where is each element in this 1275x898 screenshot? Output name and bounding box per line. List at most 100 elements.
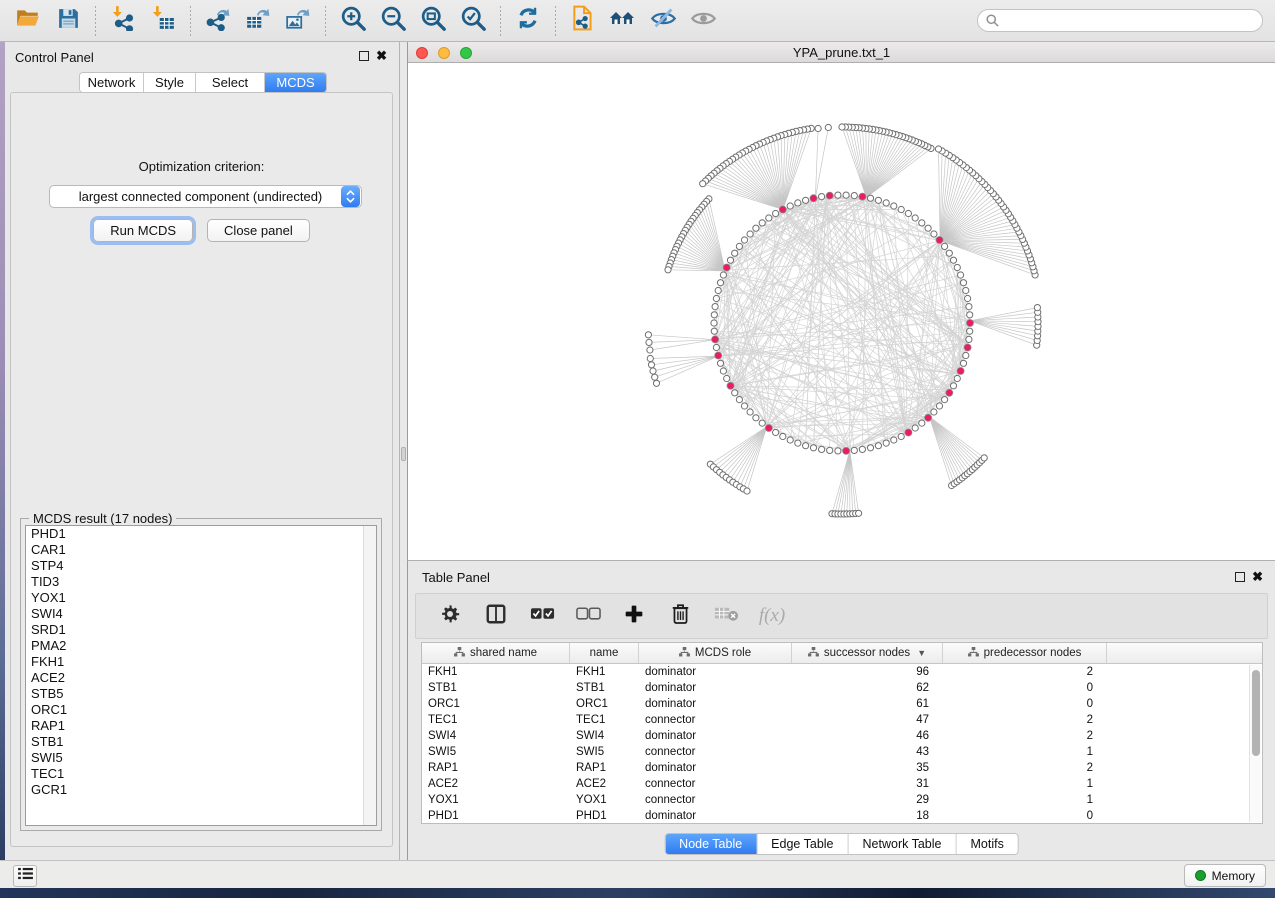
mcds-result-node[interactable]: TID3 [26,574,376,590]
mcds-result-node[interactable]: CAR1 [26,542,376,558]
zoom-in-button[interactable] [336,4,370,38]
zoom-out-button[interactable] [376,4,410,38]
mcds-result-list[interactable]: PHD1CAR1STP4TID3YOX1SWI4SRD1PMA2FKH1ACE2… [25,525,377,826]
mcds-result-node[interactable]: STB1 [26,734,376,750]
tab-select[interactable]: Select [196,73,265,92]
table-cell: ORC1 [422,696,570,712]
float-panel-icon[interactable] [1235,572,1245,582]
open-file-button[interactable] [11,4,45,38]
mcds-result-node[interactable]: YOX1 [26,590,376,606]
refresh-icon [515,5,541,36]
table-panel: Table Panel ✖ f(x) shared namenameMCDS r… [407,560,1275,860]
table-cell: 35 [792,760,943,776]
network-canvas[interactable] [408,63,1275,560]
deselect-all-columns-button[interactable] [574,601,602,631]
delete-column-button[interactable] [666,601,694,631]
vertical-splitter[interactable] [400,42,407,860]
splitter-grip[interactable] [401,447,406,461]
mcds-result-node[interactable]: SWI5 [26,750,376,766]
table-row[interactable]: RAP1RAP1dominator352 [422,760,1262,776]
table-row[interactable]: FKH1FKH1dominator962 [422,664,1262,680]
zoom-selected-button[interactable] [456,4,490,38]
mcds-result-node[interactable]: PHD1 [26,526,376,542]
optimization-criterion-select[interactable]: largest connected component (undirected) [49,185,362,208]
network-window-titlebar[interactable]: YPA_prune.txt_1 [408,42,1275,63]
new-network-from-selection-button[interactable] [566,4,600,38]
create-column-button[interactable] [620,601,648,631]
table-row[interactable]: TEC1TEC1connector472 [422,712,1262,728]
mcds-result-node[interactable]: ACE2 [26,670,376,686]
table-row[interactable]: ACE2ACE2connector311 [422,776,1262,792]
column-header-name[interactable]: name [570,643,639,663]
table-row[interactable]: SWI5SWI5connector431 [422,744,1262,760]
mcds-tab-content: Optimization criterion: largest connecte… [10,92,393,847]
mcds-result-node[interactable]: PMA2 [26,638,376,654]
checked-boxes-icon [530,607,555,626]
run-mcds-button[interactable]: Run MCDS [93,219,193,242]
zoom-fit-button[interactable] [416,4,450,38]
select-all-columns-button[interactable] [528,601,556,631]
table-row[interactable]: PHD1PHD1dominator180 [422,808,1262,824]
table-row[interactable]: YOX1YOX1connector291 [422,792,1262,808]
float-panel-icon[interactable] [359,51,369,61]
table-row[interactable]: ORC1ORC1dominator610 [422,696,1262,712]
table-scrollbar[interactable] [1249,665,1261,822]
table-row[interactable]: STB1STB1dominator620 [422,680,1262,696]
column-header-shared-name[interactable]: shared name [422,643,570,663]
column-header-predecessor-nodes[interactable]: predecessor nodes [943,643,1107,663]
import-table-button[interactable] [146,4,180,38]
save-session-button[interactable] [51,4,85,38]
show-all-button[interactable] [686,4,720,38]
column-type-icon [679,647,690,660]
refresh-layout-button[interactable] [511,4,545,38]
close-panel-icon[interactable]: ✖ [376,48,387,64]
node-table-header: shared namenameMCDS rolesuccessor nodes▼… [422,643,1262,664]
tab-node-table[interactable]: Node Table [665,834,757,854]
column-header-MCDS-role[interactable]: MCDS role [639,643,792,663]
import-table-icon [150,5,176,36]
search-input[interactable] [977,9,1263,32]
tab-network[interactable]: Network [80,73,144,92]
close-panel-button[interactable]: Close panel [207,219,310,242]
table-row[interactable]: SWI4SWI4dominator462 [422,728,1262,744]
tab-network-table[interactable]: Network Table [849,834,957,854]
hide-selected-button[interactable] [646,4,680,38]
mcds-result-node[interactable]: RAP1 [26,718,376,734]
table-cell: PHD1 [422,808,570,824]
first-neighbors-button[interactable] [606,4,640,38]
export-image-button[interactable] [281,4,315,38]
tab-motifs[interactable]: Motifs [956,834,1017,854]
mcds-result-node[interactable]: SWI4 [26,606,376,622]
column-type-icon [968,647,979,660]
mcds-result-node[interactable]: GCR1 [26,782,376,798]
mcds-result-node[interactable]: STB5 [26,686,376,702]
close-panel-icon[interactable]: ✖ [1252,569,1263,585]
export-table-button[interactable] [241,4,275,38]
fx-icon: f(x) [759,605,785,627]
table-cell: dominator [639,696,792,712]
mcds-result-node[interactable]: SRD1 [26,622,376,638]
export-network-icon [205,5,231,36]
toolbar-separator [325,6,326,36]
show-column-panel-button[interactable] [482,601,510,631]
tab-mcds[interactable]: MCDS [265,73,326,92]
status-bar: Memory [0,860,1275,890]
column-header-successor-nodes[interactable]: successor nodes▼ [792,643,943,663]
mcds-result-node[interactable]: TEC1 [26,766,376,782]
mcds-result-node[interactable]: ORC1 [26,702,376,718]
export-network-button[interactable] [201,4,235,38]
memory-button[interactable]: Memory [1184,864,1266,887]
table-cell: connector [639,744,792,760]
table-cell: PHD1 [570,808,639,824]
task-history-button[interactable] [13,865,37,887]
toolbar-separator [500,6,501,36]
search-field-wrap [977,9,1263,32]
table-scrollbar-thumb[interactable] [1252,670,1260,756]
tab-style[interactable]: Style [144,73,196,92]
tab-edge-table[interactable]: Edge Table [757,834,848,854]
import-network-button[interactable] [106,4,140,38]
result-list-scrollbar[interactable] [363,526,376,825]
mcds-result-node[interactable]: STP4 [26,558,376,574]
table-settings-button[interactable] [436,601,464,631]
mcds-result-node[interactable]: FKH1 [26,654,376,670]
